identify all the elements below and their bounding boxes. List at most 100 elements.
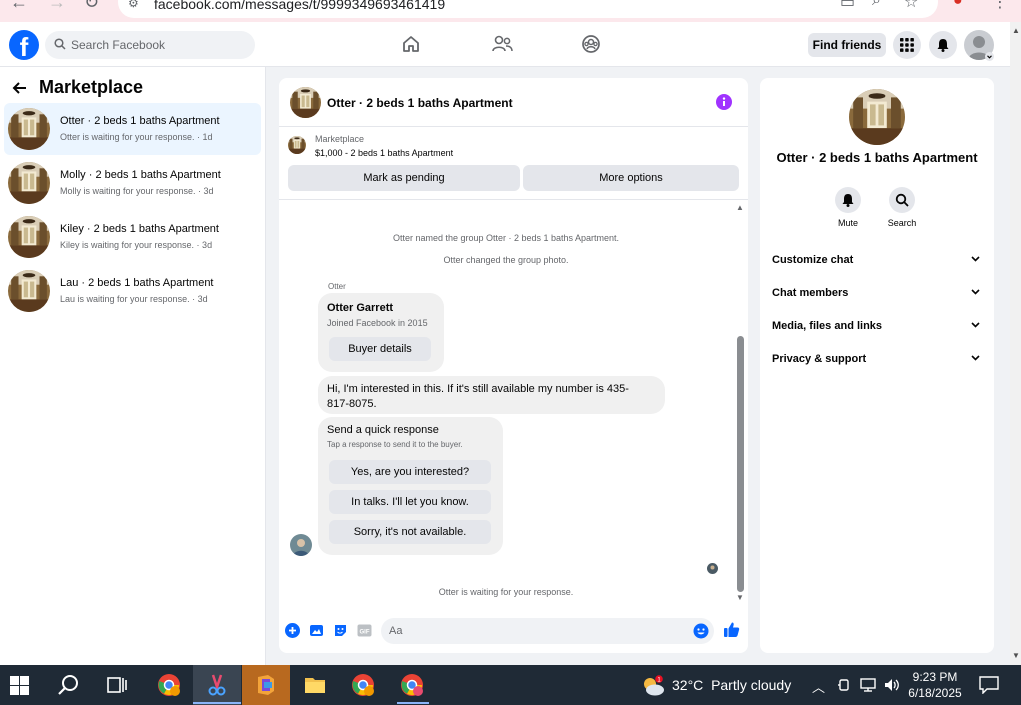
chrome-profile-f-icon[interactable] <box>351 673 375 697</box>
scrollbar-thumb[interactable] <box>737 336 744 592</box>
scroll-up-arrow-icon[interactable]: ▲ <box>736 203 744 212</box>
conversation-item-lau[interactable]: Lau · 2 beds 1 baths Apartment Lau is wa… <box>4 265 261 317</box>
meeting-icon[interactable] <box>837 677 851 693</box>
friends-icon[interactable] <box>491 34 513 54</box>
temperature: 32°C <box>672 677 704 693</box>
section-label: Chat members <box>772 287 849 299</box>
facebook-logo-icon[interactable]: f <box>9 30 39 60</box>
groups-icon[interactable] <box>581 34 601 54</box>
zoom-icon[interactable]: ⌕ <box>872 0 881 10</box>
privacy-support-row[interactable]: Privacy & support <box>772 350 982 368</box>
emoji-icon[interactable] <box>693 623 709 639</box>
info-icon[interactable] <box>716 94 732 110</box>
volume-icon[interactable] <box>883 677 901 693</box>
quick-response-option[interactable]: Sorry, it's not available. <box>329 520 491 544</box>
media-files-links-row[interactable]: Media, files and links <box>772 317 982 335</box>
address-bar[interactable]: ⚙ facebook.com/messages/t/99993496934614… <box>118 0 938 18</box>
system-clock[interactable]: 9:23 PM 6/18/2025 <box>900 669 970 701</box>
buyer-joined-date: Joined Facebook in 2015 <box>327 318 428 328</box>
gif-icon[interactable]: GIF <box>357 623 372 638</box>
thumbs-up-icon[interactable] <box>723 621 740 638</box>
page-scrollbar[interactable]: ▲ ▼ <box>1010 22 1021 665</box>
message-input-wrapper[interactable] <box>381 618 714 644</box>
clock-date: 6/18/2025 <box>908 686 962 700</box>
conversation-title: Otter · 2 beds 1 baths Apartment <box>776 150 978 165</box>
snipping-tool-icon[interactable] <box>205 673 229 697</box>
search-input[interactable] <box>71 31 251 59</box>
conversation-item-molly[interactable]: Molly · 2 beds 1 baths Apartment Molly i… <box>4 157 261 209</box>
network-icon[interactable] <box>859 677 877 693</box>
browser-toolbar: ← → ↻ ⚙ facebook.com/messages/t/99993496… <box>0 0 1021 22</box>
clock-time: 9:23 PM <box>912 670 958 684</box>
forward-arrow-icon[interactable]: → <box>48 0 66 13</box>
photo-icon[interactable] <box>309 623 324 638</box>
scroll-down-arrow-icon[interactable]: ▼ <box>1012 651 1020 660</box>
quick-response-option[interactable]: Yes, are you interested? <box>329 460 491 484</box>
svg-text:GIF: GIF <box>360 630 370 636</box>
menu-kebab-icon[interactable]: ⋮ <box>992 0 1008 12</box>
message-input[interactable] <box>389 618 679 644</box>
file-explorer-icon[interactable] <box>303 673 327 697</box>
back-arrow-icon[interactable]: ← <box>10 0 28 13</box>
conversation-item-otter[interactable]: Otter · 2 beds 1 baths Apartment Otter i… <box>4 103 261 155</box>
divider <box>279 199 748 200</box>
facebook-header: f Find friends <box>0 22 1010 67</box>
section-label: Media, files and links <box>772 320 883 332</box>
search-icon <box>895 193 909 207</box>
cast-icon[interactable]: ▭ <box>840 0 855 12</box>
office-app-icon[interactable] <box>254 673 278 697</box>
conversation-status: Kiley is waiting for your response. · 3d <box>60 240 213 250</box>
menu-button[interactable] <box>893 31 921 59</box>
task-view-icon[interactable] <box>105 673 129 697</box>
scroll-up-arrow-icon[interactable]: ▲ <box>1012 26 1020 35</box>
sticker-icon[interactable] <box>333 623 348 638</box>
bookmark-star-icon[interactable]: ☆ <box>904 0 918 12</box>
reload-icon[interactable]: ↻ <box>84 0 99 13</box>
chrome-browser-icon[interactable] <box>400 673 424 697</box>
message-composer: GIF <box>279 615 748 647</box>
find-friends-button[interactable]: Find friends <box>808 33 886 57</box>
windows-start-icon[interactable] <box>10 676 29 695</box>
chat-title[interactable]: Otter · 2 beds 1 baths Apartment <box>327 96 513 110</box>
quick-response-option[interactable]: In talks. I'll let you know. <box>329 490 491 514</box>
scroll-down-arrow-icon[interactable]: ▼ <box>736 593 744 602</box>
listing-thumbnail <box>8 216 50 258</box>
chat-thumbnail[interactable] <box>290 87 321 118</box>
chevron-down-icon <box>971 355 980 361</box>
notifications-button[interactable] <box>929 31 957 59</box>
chrome-profile-icon[interactable] <box>157 673 181 697</box>
account-chevron-down-icon[interactable] <box>985 52 994 61</box>
mark-as-pending-button[interactable]: Mark as pending <box>288 165 520 191</box>
mute-button[interactable]: Mute <box>828 187 868 231</box>
conversation-status: Molly is waiting for your response. · 3d <box>60 186 214 196</box>
more-options-button[interactable]: More options <box>523 165 739 191</box>
home-icon[interactable] <box>401 34 421 54</box>
message-bubble: Hi, I'm interested in this. If it's stil… <box>318 376 665 414</box>
plus-circle-icon[interactable] <box>285 623 300 638</box>
search-circle[interactable] <box>889 187 915 213</box>
listing-title: $1,000 - 2 beds 1 baths Apartment <box>315 148 454 158</box>
conversation-status: Otter is waiting for your response. · 1d <box>60 132 213 142</box>
quick-response-card: Send a quick response Tap a response to … <box>318 417 503 555</box>
profile-icon[interactable]: ● <box>953 0 963 10</box>
marketplace-inbox-panel: Marketplace Otter · 2 beds 1 baths Apart… <box>0 67 266 665</box>
chat-header: Otter · 2 beds 1 baths Apartment <box>279 78 748 127</box>
back-arrow-icon[interactable] <box>12 80 28 96</box>
search-in-conversation-button[interactable]: Search <box>882 187 922 231</box>
site-settings-icon[interactable]: ⚙ <box>128 0 139 10</box>
sender-avatar[interactable] <box>290 534 312 556</box>
address-url: facebook.com/messages/t/9999349693461419 <box>154 0 446 12</box>
conversation-item-kiley[interactable]: Kiley · 2 beds 1 baths Apartment Kiley i… <box>4 211 261 263</box>
mute-circle[interactable] <box>835 187 861 213</box>
show-hidden-icons-chevron-up-icon[interactable]: ︿ <box>812 677 825 696</box>
search-box[interactable] <box>45 31 255 59</box>
chat-members-row[interactable]: Chat members <box>772 284 982 302</box>
buyer-details-button[interactable]: Buyer details <box>329 337 431 361</box>
chat-panel: Otter · 2 beds 1 baths Apartment Marketp… <box>279 78 748 653</box>
customize-chat-row[interactable]: Customize chat <box>772 251 982 269</box>
bell-icon <box>842 194 854 207</box>
notification-center-icon[interactable] <box>979 676 999 694</box>
page-title: Marketplace <box>39 77 144 97</box>
taskbar-search-icon[interactable] <box>57 673 81 697</box>
message-scrollbar[interactable]: ▲ ▼ <box>734 203 746 605</box>
